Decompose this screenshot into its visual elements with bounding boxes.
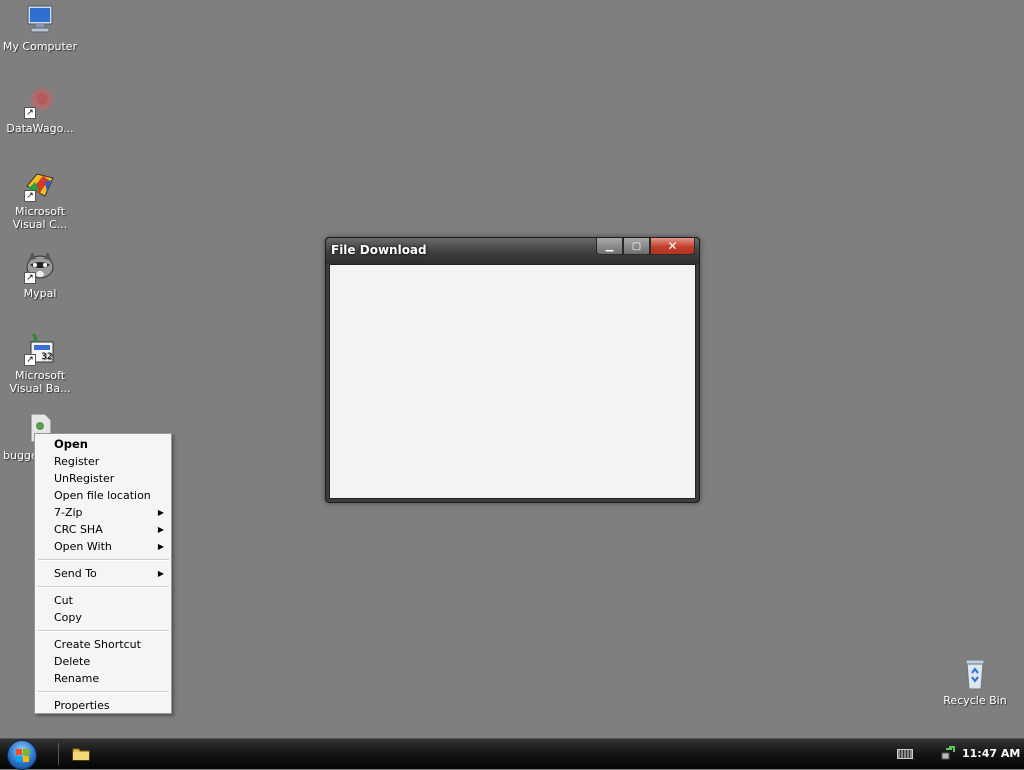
close-button[interactable]: ✕: [650, 238, 695, 255]
shortcut-arrow-icon: ↗: [24, 354, 36, 366]
menu-separator: [38, 630, 169, 632]
menu-item-copy[interactable]: Copy: [35, 609, 171, 626]
quick-launch-explorer-button[interactable]: [72, 746, 90, 761]
maximize-button[interactable]: ▢: [623, 238, 650, 255]
desktop-icon-label: Mypal: [23, 287, 57, 300]
window-controls: ▁ ▢ ✕: [596, 238, 695, 256]
datawagon-icon: ↗: [23, 85, 57, 119]
svg-text:32: 32: [41, 352, 52, 362]
menu-item-rename[interactable]: Rename: [35, 670, 171, 687]
desktop-icon-mypal[interactable]: ↗ Mypal: [0, 250, 80, 300]
menu-item-unregister[interactable]: UnRegister: [35, 470, 171, 487]
desktop-icon-label: Microsoft Visual Ba...: [9, 369, 71, 395]
minimize-icon: ▁: [605, 240, 614, 252]
taskbar: 11:47 AM: [0, 738, 1024, 770]
menu-separator: [38, 691, 169, 693]
window-client-area: [329, 264, 696, 499]
menu-item-create-shortcut[interactable]: Create Shortcut: [35, 636, 171, 653]
menu-separator: [38, 559, 169, 561]
submenu-arrow-icon: ▶: [157, 569, 164, 578]
window-titlebar[interactable]: File Download ▁ ▢ ✕: [326, 238, 699, 264]
desktop-icon-label: DataWago...: [6, 122, 74, 135]
menu-separator: [38, 586, 169, 588]
start-button[interactable]: [7, 740, 37, 770]
mypal-raccoon-icon: ↗: [23, 250, 57, 284]
visual-c-icon: ↗: [23, 168, 57, 202]
taskbar-divider: [58, 743, 59, 765]
desktop-icon-visual-basic[interactable]: 32 ↗ Microsoft Visual Ba...: [0, 332, 80, 395]
shortcut-arrow-icon: ↗: [24, 190, 36, 202]
shortcut-arrow-icon: ↗: [24, 107, 36, 119]
network-icon[interactable]: [940, 745, 956, 761]
desktop-icon-recycle-bin[interactable]: Recycle Bin: [935, 657, 1015, 707]
menu-item-send-to[interactable]: Send To ▶: [35, 565, 171, 582]
menu-item-delete[interactable]: Delete: [35, 653, 171, 670]
folder-icon: [72, 748, 90, 761]
taskbar-clock[interactable]: 11:47 AM: [962, 747, 1020, 760]
submenu-arrow-icon: ▶: [157, 508, 164, 517]
computer-icon: [23, 3, 57, 37]
recycle-bin-icon: [958, 657, 992, 691]
menu-item-open[interactable]: Open: [35, 436, 171, 453]
menu-item-cut[interactable]: Cut: [35, 592, 171, 609]
file-download-window[interactable]: File Download ▁ ▢ ✕: [325, 237, 700, 503]
keyboard-icon[interactable]: [897, 749, 913, 759]
minimize-button[interactable]: ▁: [596, 238, 623, 255]
desktop-icon-my-computer[interactable]: My Computer: [0, 3, 80, 53]
close-icon: ✕: [667, 239, 678, 253]
submenu-arrow-icon: ▶: [157, 525, 164, 534]
desktop-icon-label: My Computer: [2, 40, 78, 53]
menu-item-open-file-location[interactable]: Open file location: [35, 487, 171, 504]
windows-orb-icon: [16, 749, 29, 762]
desktop-icon-label: Microsoft Visual C...: [12, 205, 68, 231]
maximize-icon: ▢: [631, 240, 642, 252]
desktop-icon-datawagon[interactable]: ↗ DataWago...: [0, 85, 80, 135]
context-menu: Open Register UnRegister Open file locat…: [34, 433, 172, 714]
menu-item-properties[interactable]: Properties: [35, 697, 171, 714]
menu-item-crc-sha[interactable]: CRC SHA ▶: [35, 521, 171, 538]
visual-basic-icon: 32 ↗: [23, 332, 57, 366]
menu-item-register[interactable]: Register: [35, 453, 171, 470]
menu-item-open-with[interactable]: Open With ▶: [35, 538, 171, 555]
desktop-icon-label: Recycle Bin: [943, 694, 1007, 707]
shortcut-arrow-icon: ↗: [24, 272, 36, 284]
window-title: File Download: [331, 243, 427, 257]
menu-item-7zip[interactable]: 7-Zip ▶: [35, 504, 171, 521]
submenu-arrow-icon: ▶: [157, 542, 164, 551]
desktop-icon-visual-c[interactable]: ↗ Microsoft Visual C...: [0, 168, 80, 231]
